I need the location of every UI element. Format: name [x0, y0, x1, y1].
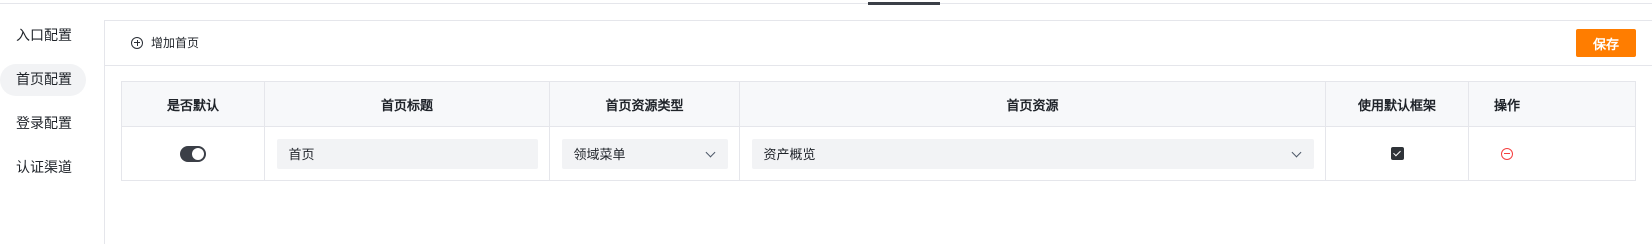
cell-resource: 资产概览 [740, 127, 1326, 180]
cell-actions [1469, 127, 1545, 180]
toolbar: 增加首页 保存 [105, 21, 1652, 66]
homepage-title-value: 首页 [288, 148, 315, 163]
cell-resource-type: 领域菜单 [550, 127, 740, 180]
column-header-resource-type: 首页资源类型 [550, 82, 740, 126]
cell-title: 首页 [265, 127, 550, 180]
save-button[interactable]: 保存 [1576, 29, 1636, 57]
homepage-title-input[interactable]: 首页 [276, 138, 538, 169]
add-homepage-label: 增加首页 [151, 36, 200, 50]
chevron-down-icon [705, 147, 715, 157]
active-tab-indicator [868, 2, 940, 5]
column-header-title: 首页标题 [265, 82, 550, 126]
cell-is-default [122, 127, 265, 180]
menu-item-auth-channel[interactable]: 认证渠道 [0, 152, 86, 184]
chevron-down-icon [1291, 147, 1301, 157]
config-side-menu: 入口配置 首页配置 登录配置 认证渠道 [0, 20, 95, 196]
menu-item-homepage-config[interactable]: 首页配置 [0, 64, 86, 96]
add-homepage-button[interactable]: 增加首页 [131, 34, 199, 51]
table-header: 是否默认 首页标题 首页资源类型 首页资源 使用默认框架 操作 [122, 82, 1635, 127]
default-frame-checkbox[interactable] [1390, 147, 1404, 160]
homepage-config-panel: 增加首页 保存 是否默认 首页标题 首页资源类型 首页资源 使用默认框架 操作 … [104, 20, 1652, 244]
homepage-table: 是否默认 首页标题 首页资源类型 首页资源 使用默认框架 操作 首页 领域菜单 [121, 81, 1636, 181]
resource-type-value: 领域菜单 [573, 148, 626, 163]
table-row: 首页 领域菜单 资产概览 [122, 127, 1635, 180]
default-toggle[interactable] [180, 145, 206, 162]
minus-circle-icon[interactable] [1501, 147, 1513, 160]
column-header-default-frame: 使用默认框架 [1326, 82, 1469, 126]
column-header-actions: 操作 [1493, 98, 1520, 114]
menu-item-entry-config[interactable]: 入口配置 [0, 20, 86, 52]
resource-value: 资产概览 [763, 148, 816, 163]
menu-item-login-config[interactable]: 登录配置 [0, 108, 86, 140]
cell-default-frame [1326, 127, 1469, 180]
resource-select[interactable]: 资产概览 [751, 138, 1314, 169]
column-header-is-default: 是否默认 [122, 82, 265, 126]
top-divider [0, 3, 1652, 4]
resource-type-select[interactable]: 领域菜单 [561, 138, 728, 169]
plus-circle-icon [131, 36, 143, 49]
column-header-resource: 首页资源 [740, 82, 1326, 126]
